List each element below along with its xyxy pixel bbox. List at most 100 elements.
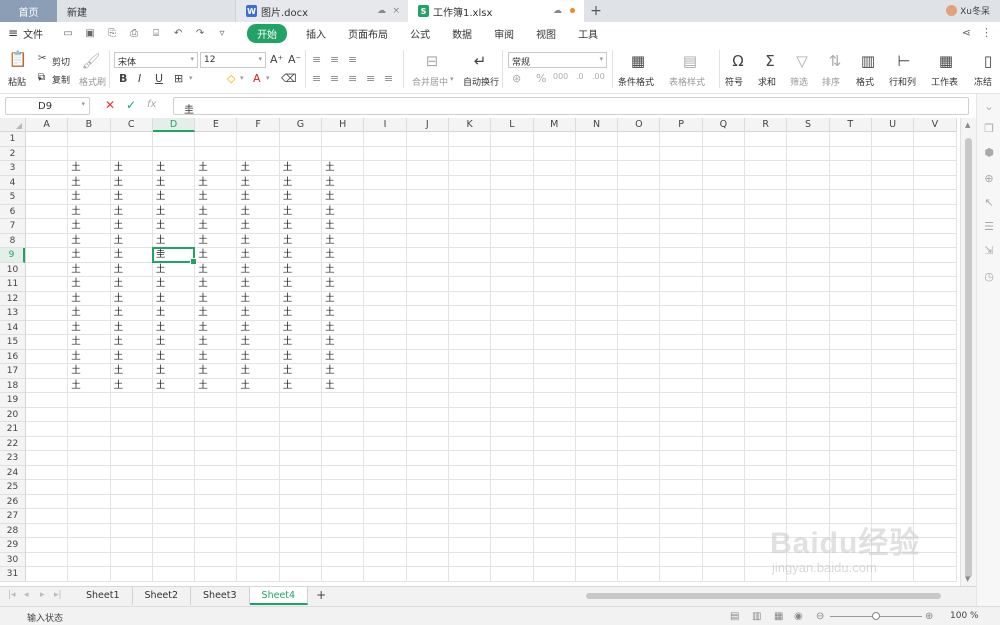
cell-f2[interactable] <box>237 146 280 161</box>
cell-h23[interactable] <box>322 451 365 466</box>
cell-o13[interactable] <box>618 306 661 321</box>
cell-t25[interactable] <box>829 480 872 495</box>
select-all-button[interactable] <box>0 118 26 132</box>
italic-button[interactable]: I <box>138 72 141 85</box>
cell-p16[interactable] <box>660 349 703 364</box>
cell-q27[interactable] <box>702 509 746 524</box>
column-header-m[interactable]: M <box>534 118 576 132</box>
cell-e30[interactable] <box>195 552 238 567</box>
cell-k31[interactable] <box>448 567 492 582</box>
cell-g22[interactable] <box>279 436 323 451</box>
cell-u25[interactable] <box>871 480 915 495</box>
cell-i21[interactable] <box>364 422 407 437</box>
cell-p7[interactable] <box>660 219 703 234</box>
cell-t14[interactable] <box>829 320 872 335</box>
cell-e7[interactable]: 土 <box>195 219 238 234</box>
cell-l3[interactable] <box>491 161 534 176</box>
row-header-11[interactable]: 11 <box>0 277 25 292</box>
cell-e23[interactable] <box>195 451 238 466</box>
cell-a8[interactable] <box>26 233 69 248</box>
font-color-icon[interactable]: A <box>253 72 261 85</box>
cell-i23[interactable] <box>364 451 407 466</box>
formula-input[interactable]: 圭 <box>173 97 969 116</box>
cell-v29[interactable] <box>914 538 957 553</box>
cell-t23[interactable] <box>829 451 872 466</box>
table-style-icon[interactable]: ▤ <box>680 52 700 70</box>
cell-h10[interactable]: 土 <box>322 262 365 277</box>
cell-u29[interactable] <box>871 538 915 553</box>
cell-m27[interactable] <box>533 509 576 524</box>
cell-k5[interactable] <box>448 190 492 205</box>
column-header-n[interactable]: N <box>576 118 619 132</box>
column-header-q[interactable]: Q <box>703 118 746 132</box>
cell-h27[interactable] <box>322 509 365 524</box>
cell-s13[interactable] <box>787 306 830 321</box>
cell-m3[interactable] <box>533 161 576 176</box>
cell-d15[interactable]: 土 <box>152 335 196 350</box>
tab-view[interactable]: 视图 <box>525 26 567 41</box>
cell-m6[interactable] <box>533 204 576 219</box>
cell-d25[interactable] <box>152 480 196 495</box>
cell-g12[interactable]: 土 <box>279 291 323 306</box>
cell-r6[interactable] <box>745 204 788 219</box>
cell-m26[interactable] <box>533 494 576 509</box>
cell-s21[interactable] <box>787 422 830 437</box>
cell-g24[interactable] <box>279 465 323 480</box>
cell-k21[interactable] <box>448 422 492 437</box>
cell-f31[interactable] <box>237 567 280 582</box>
cell-h13[interactable]: 土 <box>322 306 365 321</box>
merge-icon[interactable]: ⊟ <box>422 52 442 70</box>
cell-u6[interactable] <box>871 204 915 219</box>
cell-q10[interactable] <box>702 262 746 277</box>
cell-d22[interactable] <box>152 436 196 451</box>
cell-h22[interactable] <box>322 436 365 451</box>
cell-g27[interactable] <box>279 509 323 524</box>
cell-m4[interactable] <box>533 175 576 190</box>
column-header-v[interactable]: V <box>914 118 957 132</box>
cell-f6[interactable]: 土 <box>237 204 280 219</box>
cell-k25[interactable] <box>448 480 492 495</box>
cell-e8[interactable]: 土 <box>195 233 238 248</box>
undo-icon[interactable]: ↶ <box>171 26 185 40</box>
cell-a2[interactable] <box>26 146 69 161</box>
cell-h28[interactable] <box>322 523 365 538</box>
cell-h4[interactable]: 土 <box>322 175 365 190</box>
cell-o10[interactable] <box>618 262 661 277</box>
cell-l31[interactable] <box>491 567 534 582</box>
cell-s12[interactable] <box>787 291 830 306</box>
cell-i24[interactable] <box>364 465 407 480</box>
cell-d23[interactable] <box>152 451 196 466</box>
cell-t21[interactable] <box>829 422 872 437</box>
scroll-up-icon[interactable]: ▲ <box>965 121 970 129</box>
cell-p11[interactable] <box>660 277 703 292</box>
cell-i13[interactable] <box>364 306 407 321</box>
cell-u23[interactable] <box>871 451 915 466</box>
cell-m28[interactable] <box>533 523 576 538</box>
cell-c4[interactable]: 土 <box>110 175 153 190</box>
cell-v1[interactable] <box>914 132 957 147</box>
cell-o8[interactable] <box>618 233 661 248</box>
column-header-g[interactable]: G <box>280 118 323 132</box>
cell-a1[interactable] <box>26 132 69 147</box>
cell-h16[interactable]: 土 <box>322 349 365 364</box>
cell-q9[interactable] <box>702 248 746 263</box>
cell-i14[interactable] <box>364 320 407 335</box>
cell-u15[interactable] <box>871 335 915 350</box>
cell-k29[interactable] <box>448 538 492 553</box>
font-decrease-icon[interactable]: A⁻ <box>288 53 301 66</box>
cell-v13[interactable] <box>914 306 957 321</box>
cell-h12[interactable]: 土 <box>322 291 365 306</box>
cell-f29[interactable] <box>237 538 280 553</box>
cell-v10[interactable] <box>914 262 957 277</box>
cell-v7[interactable] <box>914 219 957 234</box>
cell-m24[interactable] <box>533 465 576 480</box>
cell-l1[interactable] <box>491 132 534 147</box>
cell-c2[interactable] <box>110 146 153 161</box>
cell-a29[interactable] <box>26 538 69 553</box>
cell-b8[interactable]: 土 <box>68 233 111 248</box>
cell-t2[interactable] <box>829 146 872 161</box>
cell-c19[interactable] <box>110 393 153 408</box>
cell-r30[interactable] <box>745 552 788 567</box>
cell-i22[interactable] <box>364 436 407 451</box>
cell-j15[interactable] <box>406 335 449 350</box>
